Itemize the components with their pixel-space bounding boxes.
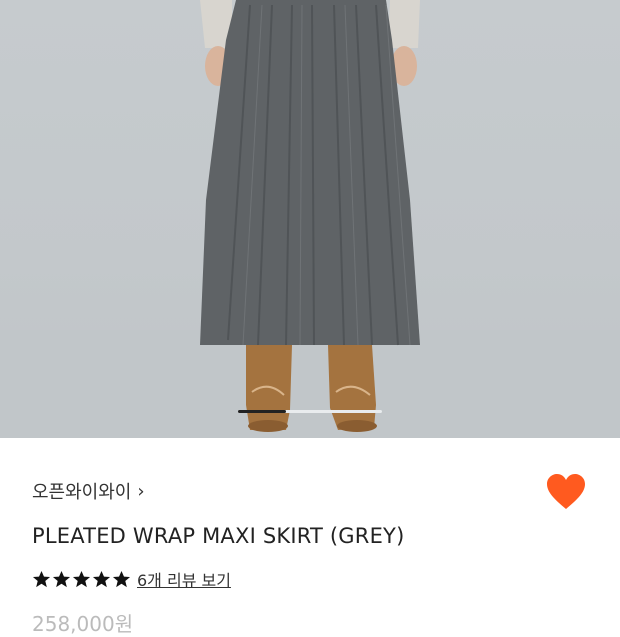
star-icon: [52, 570, 71, 587]
star-icon: [32, 570, 51, 587]
review-link[interactable]: 6개 리뷰 보기: [137, 567, 231, 591]
brand-link[interactable]: 오픈와이와이 ›: [32, 478, 145, 504]
star-rating: [32, 570, 131, 589]
image-pager[interactable]: [238, 410, 382, 413]
price: 258,000원: [32, 612, 134, 636]
product-title: PLEATED WRAP MAXI SKIRT (GREY): [32, 524, 405, 548]
star-icon: [72, 570, 91, 587]
product-image[interactable]: [0, 0, 620, 438]
image-pager-thumb: [238, 410, 286, 413]
rating-row: 6개 리뷰 보기: [32, 568, 231, 590]
chevron-right-icon: ›: [137, 480, 145, 502]
brand-name: 오픈와이와이: [32, 482, 132, 503]
product-photo: [0, 0, 620, 438]
star-icon: [92, 570, 111, 587]
heart-icon[interactable]: [546, 473, 586, 511]
star-icon: [112, 570, 131, 587]
